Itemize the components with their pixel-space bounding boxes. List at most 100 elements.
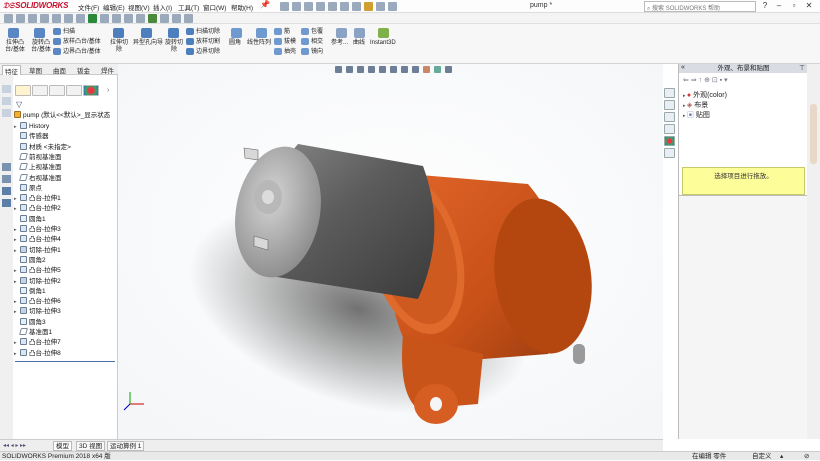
strip-icon-4[interactable]: [2, 163, 11, 171]
tab-scroll-arrows-icon[interactable]: ◂◂ ◂ ▸ ▸▸: [3, 442, 26, 449]
fillet-icon[interactable]: [231, 28, 242, 38]
hole-wizard-icon[interactable]: [141, 28, 152, 38]
filter-icon[interactable]: ▽: [16, 100, 22, 109]
lofted-cut-button[interactable]: 放样切割: [196, 39, 220, 46]
strip-icon-3[interactable]: [2, 109, 11, 117]
view-palette-icon[interactable]: [664, 124, 675, 134]
panel-collapse-icon[interactable]: «: [681, 64, 685, 71]
close-button[interactable]: ✕: [804, 1, 814, 10]
toolbar-icon-16[interactable]: [184, 14, 193, 23]
custom-properties-icon[interactable]: [664, 148, 675, 158]
output-shaft[interactable]: [573, 344, 585, 364]
hole-wizard-button[interactable]: 异型孔向导: [133, 40, 163, 47]
tree-expand-chevron-icon[interactable]: ›: [107, 87, 109, 94]
tree-item[interactable]: ▸ 凸台-拉伸7: [14, 338, 61, 348]
home-icon[interactable]: [280, 2, 289, 11]
solidworks-logo[interactable]: 𝔇𝔖SOLIDWORKS: [3, 1, 68, 12]
options-gear-icon[interactable]: [388, 2, 397, 11]
file-explorer-icon[interactable]: [664, 112, 675, 122]
strip-icon-6[interactable]: [2, 187, 11, 195]
tree-item[interactable]: 前视基准面: [14, 152, 62, 163]
swept-cut-button[interactable]: 扫描切除: [196, 29, 220, 36]
boss-revolve-button[interactable]: 旋转凸 台/基体: [28, 40, 54, 54]
boundary-cut-button[interactable]: 边界切除: [196, 49, 220, 56]
boundary-boss-icon[interactable]: [53, 48, 61, 55]
reference-geometry-icon[interactable]: [336, 28, 347, 38]
tree-item[interactable]: ▸ History: [14, 122, 49, 132]
appearances-scenes-icon[interactable]: [664, 136, 675, 146]
tree-item[interactable]: ▸ 切除-拉伸2: [14, 276, 61, 287]
boss-extrude-button[interactable]: 拉伸凸 台/基体: [2, 40, 28, 54]
menu-help[interactable]: 帮助(H): [231, 2, 253, 12]
toolbar-icon-8[interactable]: [88, 14, 97, 23]
new-file-icon[interactable]: [292, 2, 301, 11]
tree-item[interactable]: 右视基准面: [14, 173, 62, 184]
featuremanager-tab-icon[interactable]: [15, 85, 31, 96]
tree-item[interactable]: 原点: [14, 183, 42, 194]
design-library-icon[interactable]: [664, 100, 675, 110]
tab-3d-views[interactable]: 3D 视图: [76, 441, 106, 451]
toolbar-icon-5[interactable]: [52, 14, 61, 23]
lofted-cut-icon[interactable]: [186, 38, 194, 45]
tree-item[interactable]: ▸ 切除-拉伸1: [14, 245, 61, 256]
tree-item[interactable]: 传感器: [14, 132, 49, 142]
previous-view-icon[interactable]: [357, 66, 364, 73]
boundary-cut-icon[interactable]: [186, 48, 194, 55]
fillet-button[interactable]: 圆角: [229, 40, 241, 47]
file-properties-icon[interactable]: [376, 2, 385, 11]
toolbar-icon-9[interactable]: [100, 14, 109, 23]
save-icon[interactable]: [316, 2, 325, 11]
instant3d-icon[interactable]: [378, 28, 389, 38]
mirror-button[interactable]: 镜向: [311, 49, 323, 56]
rebuild-icon[interactable]: [364, 2, 373, 11]
undo-icon[interactable]: [340, 2, 349, 11]
boundary-boss-button[interactable]: 边界凸台/基体: [63, 49, 101, 56]
strip-icon-2[interactable]: [2, 97, 11, 105]
pin-menu-icon[interactable]: 📌: [260, 0, 270, 9]
draft-icon[interactable]: [274, 38, 282, 45]
tree-item[interactable]: ▸ 凸台-拉伸2: [14, 204, 61, 214]
toolbar-icon-1[interactable]: [4, 14, 13, 23]
terminal-top[interactable]: [243, 147, 259, 161]
linear-pattern-icon[interactable]: [256, 28, 267, 38]
tab-model[interactable]: 模型: [53, 441, 72, 451]
boss-extrude-icon[interactable]: [8, 28, 19, 38]
loft-button[interactable]: 放样凸台/基体: [63, 39, 101, 46]
tree-item[interactable]: ▸ 凸台-拉伸1: [14, 194, 61, 204]
edit-appearance-icon[interactable]: [423, 66, 430, 73]
tree-item[interactable]: 圆角3: [14, 317, 46, 328]
tree-item[interactable]: 上视基准面: [14, 163, 62, 173]
configurationmanager-tab-icon[interactable]: [49, 85, 65, 96]
apply-scene-icon[interactable]: [434, 66, 441, 73]
tree-item-appearance[interactable]: ▸ ● 外观(color): [683, 90, 727, 100]
tree-item-decals[interactable]: ▸ ▣ 贴图: [683, 110, 710, 120]
curves-icon[interactable]: [354, 28, 365, 38]
display-manager-tab-icon[interactable]: [83, 85, 99, 96]
open-file-icon[interactable]: [304, 2, 313, 11]
tab-weldments[interactable]: 焊件: [99, 65, 116, 75]
sweep-button[interactable]: 扫描: [63, 29, 75, 36]
tree-item[interactable]: 材质 <未指定>: [14, 142, 71, 153]
toolbar-icon-6[interactable]: [64, 14, 73, 23]
intersect-button[interactable]: 相交: [311, 39, 323, 46]
help-icon[interactable]: ?: [760, 1, 770, 10]
select-icon[interactable]: [352, 2, 361, 11]
strip-icon-5[interactable]: [2, 175, 11, 183]
toolbar-icon-13[interactable]: [148, 14, 157, 23]
toolbar-icon-14[interactable]: [160, 14, 169, 23]
display-style-icon[interactable]: [401, 66, 408, 73]
dimxpert-tab-icon[interactable]: [66, 85, 82, 96]
mirror-icon[interactable]: [301, 48, 309, 55]
cut-extrude-button[interactable]: 拉伸切 除: [106, 40, 132, 54]
menu-view[interactable]: 视图(V): [128, 2, 150, 12]
tree-item[interactable]: 倒角1: [14, 286, 46, 297]
tab-sheet-metal[interactable]: 钣金: [75, 65, 92, 75]
tree-item[interactable]: 圆角2: [14, 255, 46, 266]
sweep-icon[interactable]: [53, 28, 61, 35]
swept-cut-icon[interactable]: [186, 28, 194, 35]
toolbar-icon-12[interactable]: [136, 14, 145, 23]
panel-nav-icons[interactable]: ⇐ ⇒ ↑ ⊕ ⊡ ▪ ▾: [683, 76, 728, 84]
toolbar-icon-2[interactable]: [16, 14, 25, 23]
tree-item-scene[interactable]: ▸ ◈ 布景: [683, 100, 708, 110]
wrap-button[interactable]: 包覆: [311, 29, 323, 36]
